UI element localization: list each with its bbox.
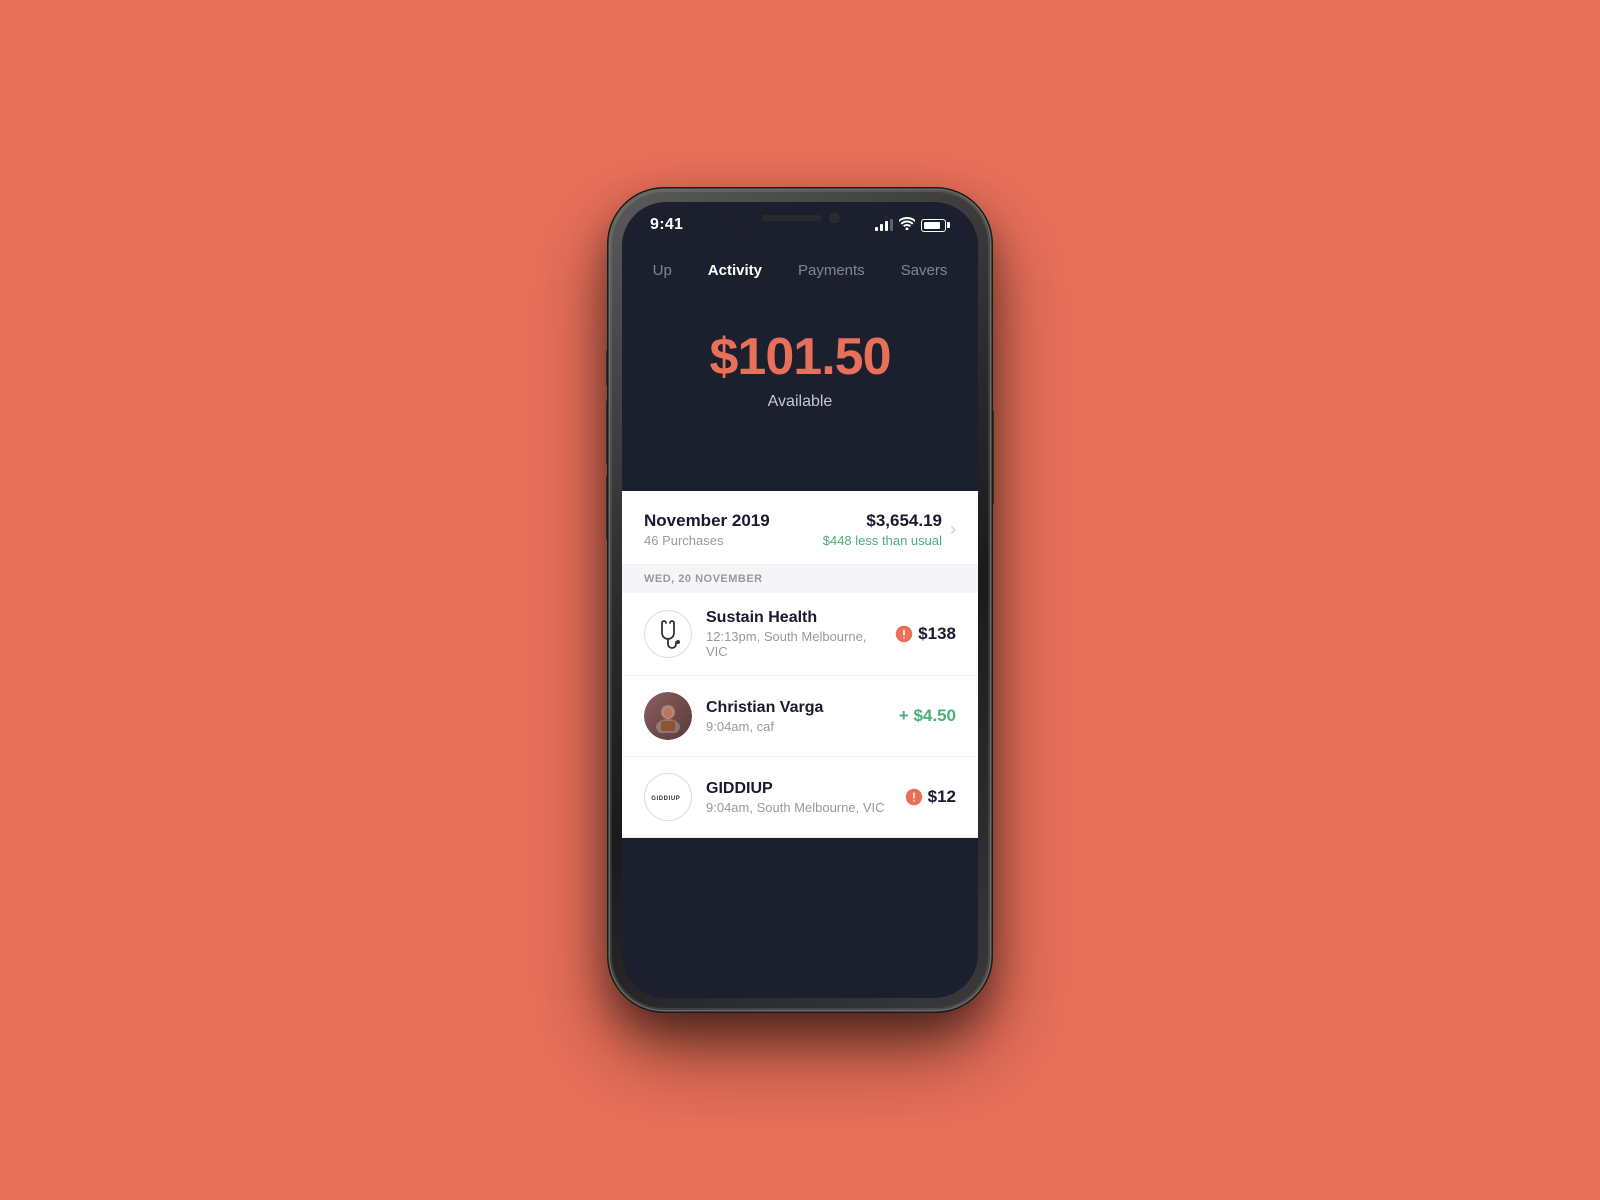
month-purchases: 46 Purchases (644, 533, 770, 548)
transaction-name: Sustain Health (706, 609, 881, 627)
status-icons (875, 217, 950, 233)
camera (829, 213, 839, 223)
date-separator: WED, 20 NOVEMBER (622, 565, 978, 593)
signal-bar-4 (890, 219, 893, 231)
transactions-content: November 2019 46 Purchases $3,654.19 $44… (622, 491, 978, 838)
transaction-item[interactable]: GIDDIUP GIDDIUP 9:04am, South Melbourne,… (622, 757, 978, 838)
transaction-meta: 9:04am, South Melbourne, VIC (706, 800, 891, 815)
tab-savers[interactable]: Savers (883, 254, 966, 287)
month-total: $3,654.19 (823, 511, 942, 531)
tab-up[interactable]: Up (635, 254, 690, 287)
transaction-name: GIDDIUP (706, 780, 891, 798)
month-totals: $3,654.19 $448 less than usual › (823, 511, 956, 548)
merchant-avatar-logo: GIDDIUP (644, 773, 692, 821)
amount-debit: $138 (895, 624, 956, 644)
battery-body (921, 219, 946, 232)
amount-debit: $12 (905, 787, 956, 807)
notch (723, 202, 878, 234)
balance-amount: $101.50 (710, 327, 891, 387)
transaction-meta: 12:13pm, South Melbourne, VIC (706, 629, 881, 659)
signal-bar-2 (880, 224, 883, 231)
warning-icon (895, 625, 913, 643)
power-button[interactable] (990, 410, 994, 505)
chevron-right-icon: › (950, 519, 956, 540)
giddiup-logo: GIDDIUP (650, 787, 686, 807)
signal-bar-1 (875, 227, 878, 231)
battery-tip (947, 222, 950, 228)
merchant-avatar-stethoscope (644, 610, 692, 658)
header-section: Up Activity Payments Savers $101.50 Avai… (622, 234, 978, 451)
month-name: November 2019 (644, 511, 770, 531)
tab-activity[interactable]: Activity (690, 254, 780, 287)
phone-screen: 9:41 (622, 202, 978, 998)
warning-icon (905, 788, 923, 806)
balance-section: $101.50 Available (622, 287, 978, 411)
amount-credit: + $4.50 (899, 706, 956, 726)
person-silhouette (651, 699, 685, 733)
phone-device: 9:41 (610, 190, 990, 1010)
transaction-name: Christian Varga (706, 699, 885, 717)
transaction-amount: $12 (905, 787, 956, 807)
battery-icon (921, 219, 950, 232)
battery-fill (924, 222, 940, 229)
signal-bar-3 (885, 221, 888, 231)
transaction-info: Christian Varga 9:04am, caf (706, 699, 885, 734)
transaction-info: GIDDIUP 9:04am, South Melbourne, VIC (706, 780, 891, 815)
navigation-tabs: Up Activity Payments Savers (622, 234, 978, 287)
avatar-photo (644, 692, 692, 740)
month-amounts: $3,654.19 $448 less than usual (823, 511, 942, 548)
balance-label: Available (768, 393, 833, 411)
wifi-icon (899, 217, 915, 233)
transaction-meta: 9:04am, caf (706, 719, 885, 734)
month-summary[interactable]: November 2019 46 Purchases $3,654.19 $44… (622, 491, 978, 565)
transaction-item[interactable]: Sustain Health 12:13pm, South Melbourne,… (622, 593, 978, 676)
month-info: November 2019 46 Purchases (644, 511, 770, 548)
transaction-amount: $138 (895, 624, 956, 644)
svg-text:GIDDIUP: GIDDIUP (651, 796, 680, 802)
transaction-info: Sustain Health 12:13pm, South Melbourne,… (706, 609, 881, 659)
month-comparison: $448 less than usual (823, 533, 942, 548)
transaction-amount: + $4.50 (899, 706, 956, 726)
speaker (761, 215, 821, 221)
signal-icon (875, 219, 893, 231)
tab-payments[interactable]: Payments (780, 254, 883, 287)
person-avatar (644, 692, 692, 740)
status-time: 9:41 (650, 216, 683, 234)
transaction-item[interactable]: Christian Varga 9:04am, caf + $4.50 (622, 676, 978, 757)
